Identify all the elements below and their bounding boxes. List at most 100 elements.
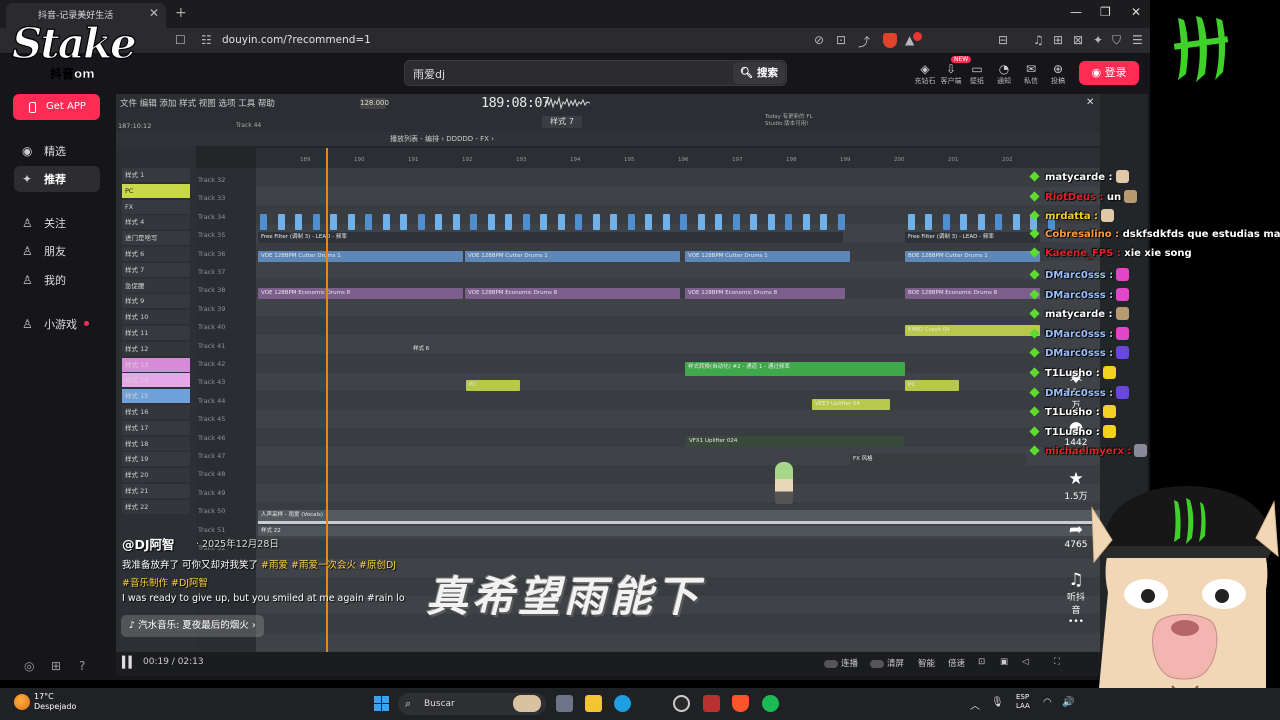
weather-icon[interactable]	[14, 694, 30, 710]
search-box[interactable]	[404, 60, 787, 86]
fl-pattern-item: 样式 10	[122, 310, 190, 325]
chat-emote-icon	[1134, 444, 1148, 458]
screenshot-icon[interactable]: ⊡	[836, 33, 846, 47]
clear-screen-toggle[interactable]: 清屏	[870, 657, 904, 669]
sidebar-item-games[interactable]: ♙ 小游戏	[22, 312, 112, 336]
chat-username: mrdatta :	[1045, 211, 1099, 223]
fl-ruler-label: 201	[948, 157, 959, 163]
wifi-icon[interactable]: ◠	[1043, 697, 1052, 708]
favorite-button[interactable]: ★ 1.5万	[1063, 469, 1089, 502]
leo-ai-icon[interactable]: ✦	[1093, 33, 1103, 47]
share-icon[interactable]: ⤴	[858, 33, 870, 50]
sidebar-toggle-icon[interactable]: ⊟	[998, 33, 1008, 47]
recommend-icon: ✦	[22, 172, 33, 186]
pip-icon[interactable]: ⊡	[978, 657, 985, 667]
fl-lane	[256, 261, 1100, 279]
music-icon[interactable]: ♫	[1033, 33, 1044, 47]
file-explorer-icon[interactable]	[585, 695, 602, 712]
task-view-icon[interactable]	[556, 695, 573, 712]
window-close-button[interactable]: ✕	[1131, 5, 1141, 19]
site-info-icon[interactable]: ☷	[201, 33, 212, 47]
chat-username: matycarde :	[1045, 309, 1113, 321]
tray-overflow-icon[interactable]: ︿	[970, 697, 980, 712]
video-tags[interactable]: #音乐制作 #DJ阿智	[122, 575, 208, 589]
maximize-button[interactable]: ❐	[1100, 5, 1111, 19]
wallet-icon[interactable]: ⊠	[1073, 33, 1083, 47]
menu-icon[interactable]: ☰	[1132, 33, 1143, 47]
sidebar-item-friends[interactable]: ♙ 朋友	[22, 239, 112, 263]
edge-icon[interactable]	[614, 695, 631, 712]
sidebar-item-follow[interactable]: ♙ 关注	[22, 211, 112, 235]
fl-ruler-label: 195	[624, 157, 635, 163]
studio-icon[interactable]	[703, 695, 720, 712]
tracking-icon[interactable]: ⊘	[814, 33, 824, 47]
sidebar-item-featured[interactable]: ◉ 精选	[22, 139, 112, 163]
minimize-button[interactable]: —	[1070, 5, 1082, 19]
bookmark-icon[interactable]: ☐	[175, 33, 186, 47]
language-indicator[interactable]: ESP LAA	[1016, 693, 1030, 711]
fl-note-block	[785, 214, 792, 230]
split-view-icon[interactable]: ⊞	[1053, 33, 1063, 47]
search-input[interactable]: 雨爱dj	[413, 66, 445, 82]
url-field[interactable]: douyin.com/?recommend=1	[222, 34, 371, 46]
more-button[interactable]: •••	[1063, 612, 1089, 632]
listen-button[interactable]: ♫ 听抖音	[1063, 570, 1089, 616]
autoplay-toggle[interactable]: 连播	[824, 657, 858, 669]
grid-icon[interactable]: ⊞	[51, 659, 61, 673]
weather-widget[interactable]: 17°C Despejado	[34, 692, 76, 712]
windows-start-icon[interactable]	[374, 696, 389, 711]
settings-icon[interactable]: ◎	[24, 659, 34, 673]
upload-button[interactable]: ⊕ 投稿	[1043, 62, 1073, 86]
tab-close-icon[interactable]: ✕	[149, 6, 159, 20]
search-button[interactable]: 🔍︎ 搜索	[733, 62, 785, 84]
fl-note-block	[470, 214, 477, 230]
fl-note-block	[767, 214, 775, 230]
sidebar-item-me[interactable]: ♙ 我的	[22, 268, 112, 292]
subtitle-icon[interactable]: ▣	[1000, 657, 1008, 667]
sidebar-item-recommend[interactable]: ✦ 推荐	[22, 167, 112, 191]
chat-badge-icon	[1029, 171, 1040, 182]
fl-lane	[256, 372, 1100, 391]
video-author[interactable]: @DJ阿智	[122, 534, 175, 553]
fl-track-name: Track 41	[198, 341, 226, 350]
speed-button[interactable]: 倍速	[948, 657, 965, 669]
fl-playlist-toolbar: 播放列表 - 编排 › DDDDD - FX ›	[116, 132, 1100, 146]
fl-ruler-label: 200	[894, 157, 905, 163]
pause-icon[interactable]: ▍▍	[122, 656, 137, 669]
vpn-icon[interactable]: ⛉	[1112, 33, 1121, 48]
fl-toolbar	[116, 112, 1100, 132]
get-app-label: Get APP	[46, 101, 86, 112]
chat-message: DMarc0sss :	[1029, 268, 1130, 287]
help-icon[interactable]: ?	[79, 659, 85, 673]
app-icon[interactable]	[673, 695, 690, 712]
fullscreen-icon[interactable]: ⛶	[1054, 657, 1060, 667]
get-app-button[interactable]: Get APP	[13, 94, 100, 120]
message-button[interactable]: ✉ 私信	[1016, 62, 1046, 86]
spotify-icon[interactable]	[762, 695, 779, 712]
video-translation: I was ready to give up, but you smiled a…	[122, 593, 405, 604]
login-button[interactable]: ◉ 登录	[1079, 61, 1139, 85]
volume-tray-icon[interactable]: 🔊	[1062, 697, 1074, 708]
sidebar-item-label: 推荐	[44, 173, 66, 186]
chat-badge-icon	[1029, 347, 1040, 358]
brave-icon[interactable]	[732, 695, 749, 712]
fl-note-block	[435, 214, 442, 230]
new-tab-button[interactable]: +	[175, 5, 187, 21]
microphone-icon[interactable]: 🎙	[991, 697, 1004, 708]
wallpaper-button[interactable]: ▭ 壁纸	[962, 62, 992, 86]
temperature: 17°C	[34, 692, 54, 701]
brave-shield-icon[interactable]	[883, 33, 897, 48]
chat-message: matycarde :	[1029, 307, 1129, 326]
fl-tempo: 128.000	[360, 98, 389, 109]
video-description: 我准备放弃了 可你又却对我笑了 #雨爱 #雨爱一次会火 #原创DJ	[122, 557, 396, 571]
volume-icon[interactable]: ◁	[1022, 657, 1029, 667]
share-button[interactable]: ➦ 4765	[1063, 520, 1089, 550]
fl-ruler-label: 189	[300, 157, 311, 163]
music-link[interactable]: ♪ 汽水音乐: 夏夜最后的烟火 ›	[121, 615, 264, 637]
windows-taskbar	[0, 688, 1280, 720]
notification-button[interactable]: ◔ 通知	[989, 62, 1019, 86]
svg-text:Stake: Stake	[12, 19, 135, 68]
quality-button[interactable]: 智能	[918, 657, 935, 669]
fl-pattern-item: 样式 6	[122, 247, 190, 261]
desc-tags[interactable]: #雨爱 #雨爱一次会火 #原创DJ	[258, 560, 396, 571]
